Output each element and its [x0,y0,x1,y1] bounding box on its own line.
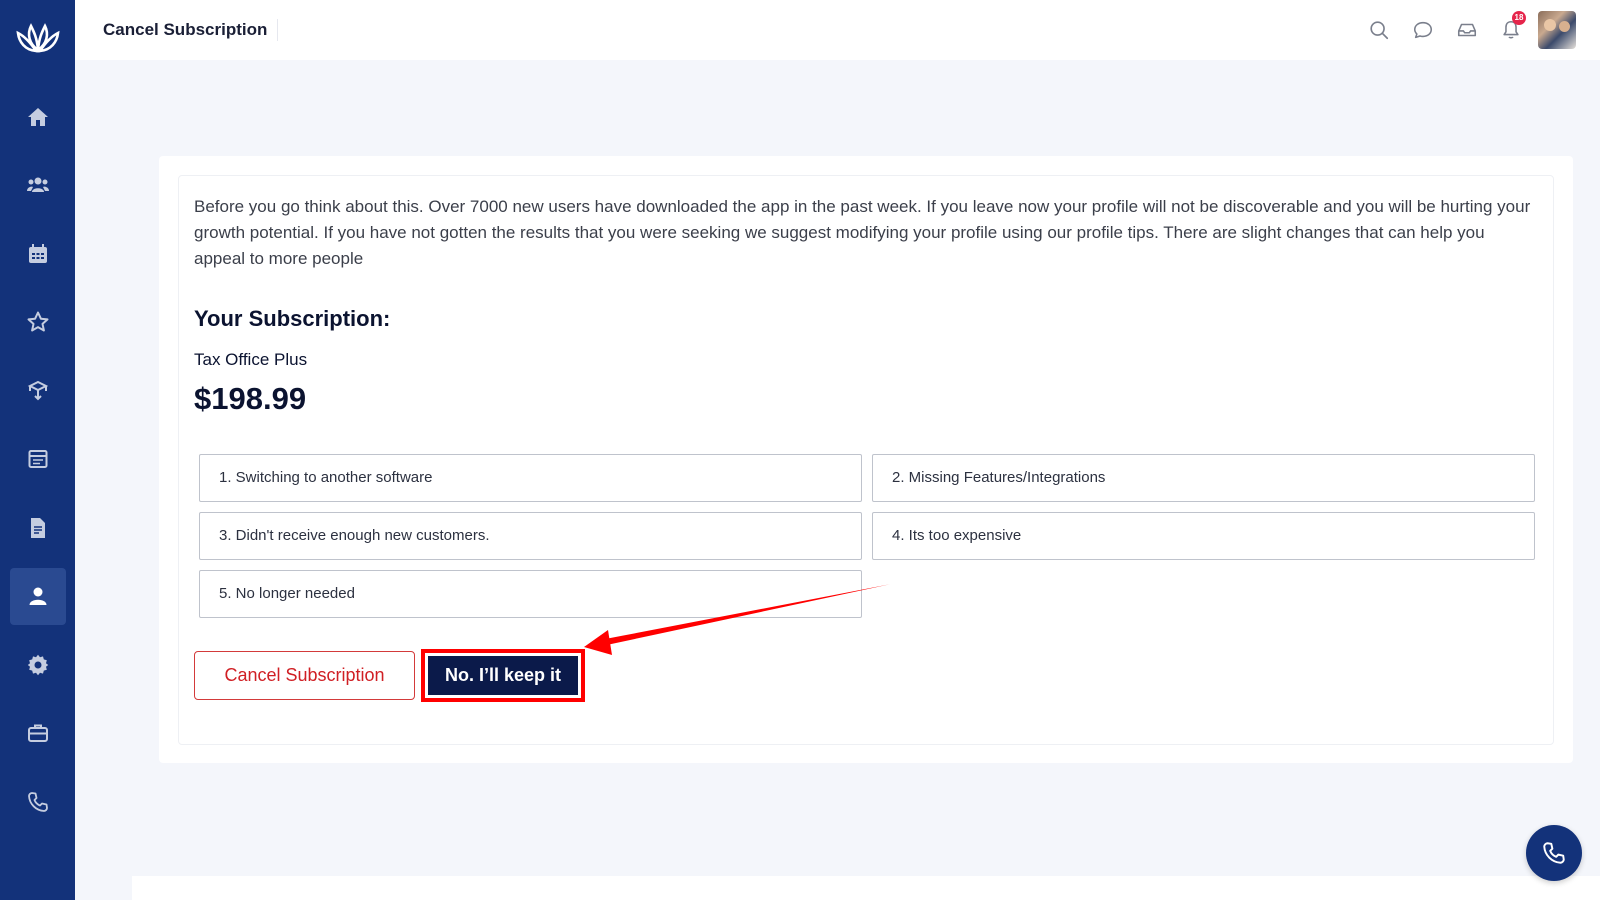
sidebar-item-documents[interactable] [10,499,66,556]
keep-subscription-button[interactable]: No. I’ll keep it [428,656,578,695]
messages-button[interactable] [1408,15,1438,45]
sidebar-item-calendar[interactable] [10,225,66,282]
phone-icon [1543,842,1565,864]
sidebar-item-favorites[interactable] [10,294,66,351]
subscription-heading: Your Subscription: [194,306,391,331]
inbox-icon [1457,23,1477,37]
sidebar-nav [9,88,66,842]
reason-option[interactable]: 2. Missing Features/Integrations [872,454,1535,502]
page-title: Cancel Subscription [103,19,279,41]
phone-icon [27,791,48,812]
search-icon [1370,21,1389,40]
plan-name: Tax Office Plus [194,350,308,369]
notifications-button[interactable]: 18 [1496,11,1526,45]
sidebar-item-settings[interactable] [10,636,66,693]
call-fab-button[interactable] [1526,825,1582,881]
briefcase-icon [27,724,48,742]
sidebar-item-business[interactable] [10,705,66,762]
chat-bubble-icon [1413,21,1433,39]
sidebar-item-profile[interactable] [9,567,66,625]
reason-option[interactable]: 4. Its too expensive [872,512,1535,560]
sidebar [0,0,75,900]
retention-message: Before you go think about this. Over 700… [194,197,1531,268]
box-icon [27,380,48,400]
user-avatar[interactable] [1538,11,1576,49]
inbox-button[interactable] [1452,15,1482,45]
sidebar-item-calls[interactable] [10,773,66,830]
plan-price: $198.99 [194,381,307,416]
sidebar-item-schedule[interactable] [10,431,66,488]
users-icon [26,177,49,192]
user-icon [29,587,46,605]
top-header: Cancel Subscription 18 [75,0,1600,60]
sidebar-item-users[interactable] [10,157,66,214]
sidebar-item-home[interactable] [10,88,66,145]
home-icon [27,107,48,126]
footer-strip [132,876,1600,900]
sidebar-item-packages[interactable] [10,362,66,419]
card-body: Before you go think about this. Over 700… [178,175,1554,745]
calendar-icon [28,243,47,263]
reason-option[interactable]: 1. Switching to another software [199,454,862,502]
reason-option[interactable]: 3. Didn't receive enough new customers. [199,512,862,560]
notification-count-badge: 18 [1512,11,1526,25]
schedule-icon [28,450,47,468]
search-button[interactable] [1364,15,1394,45]
app-logo[interactable] [0,0,75,75]
header-actions: 18 [1350,0,1576,60]
document-icon [30,517,45,538]
cancel-subscription-card: Before you go think about this. Over 700… [159,156,1573,763]
settings-icon [27,654,48,675]
star-icon [27,311,48,332]
reason-option[interactable]: 5. No longer needed [199,570,862,618]
cancel-subscription-button[interactable]: Cancel Subscription [194,651,415,700]
lotus-logo-icon [15,22,60,53]
